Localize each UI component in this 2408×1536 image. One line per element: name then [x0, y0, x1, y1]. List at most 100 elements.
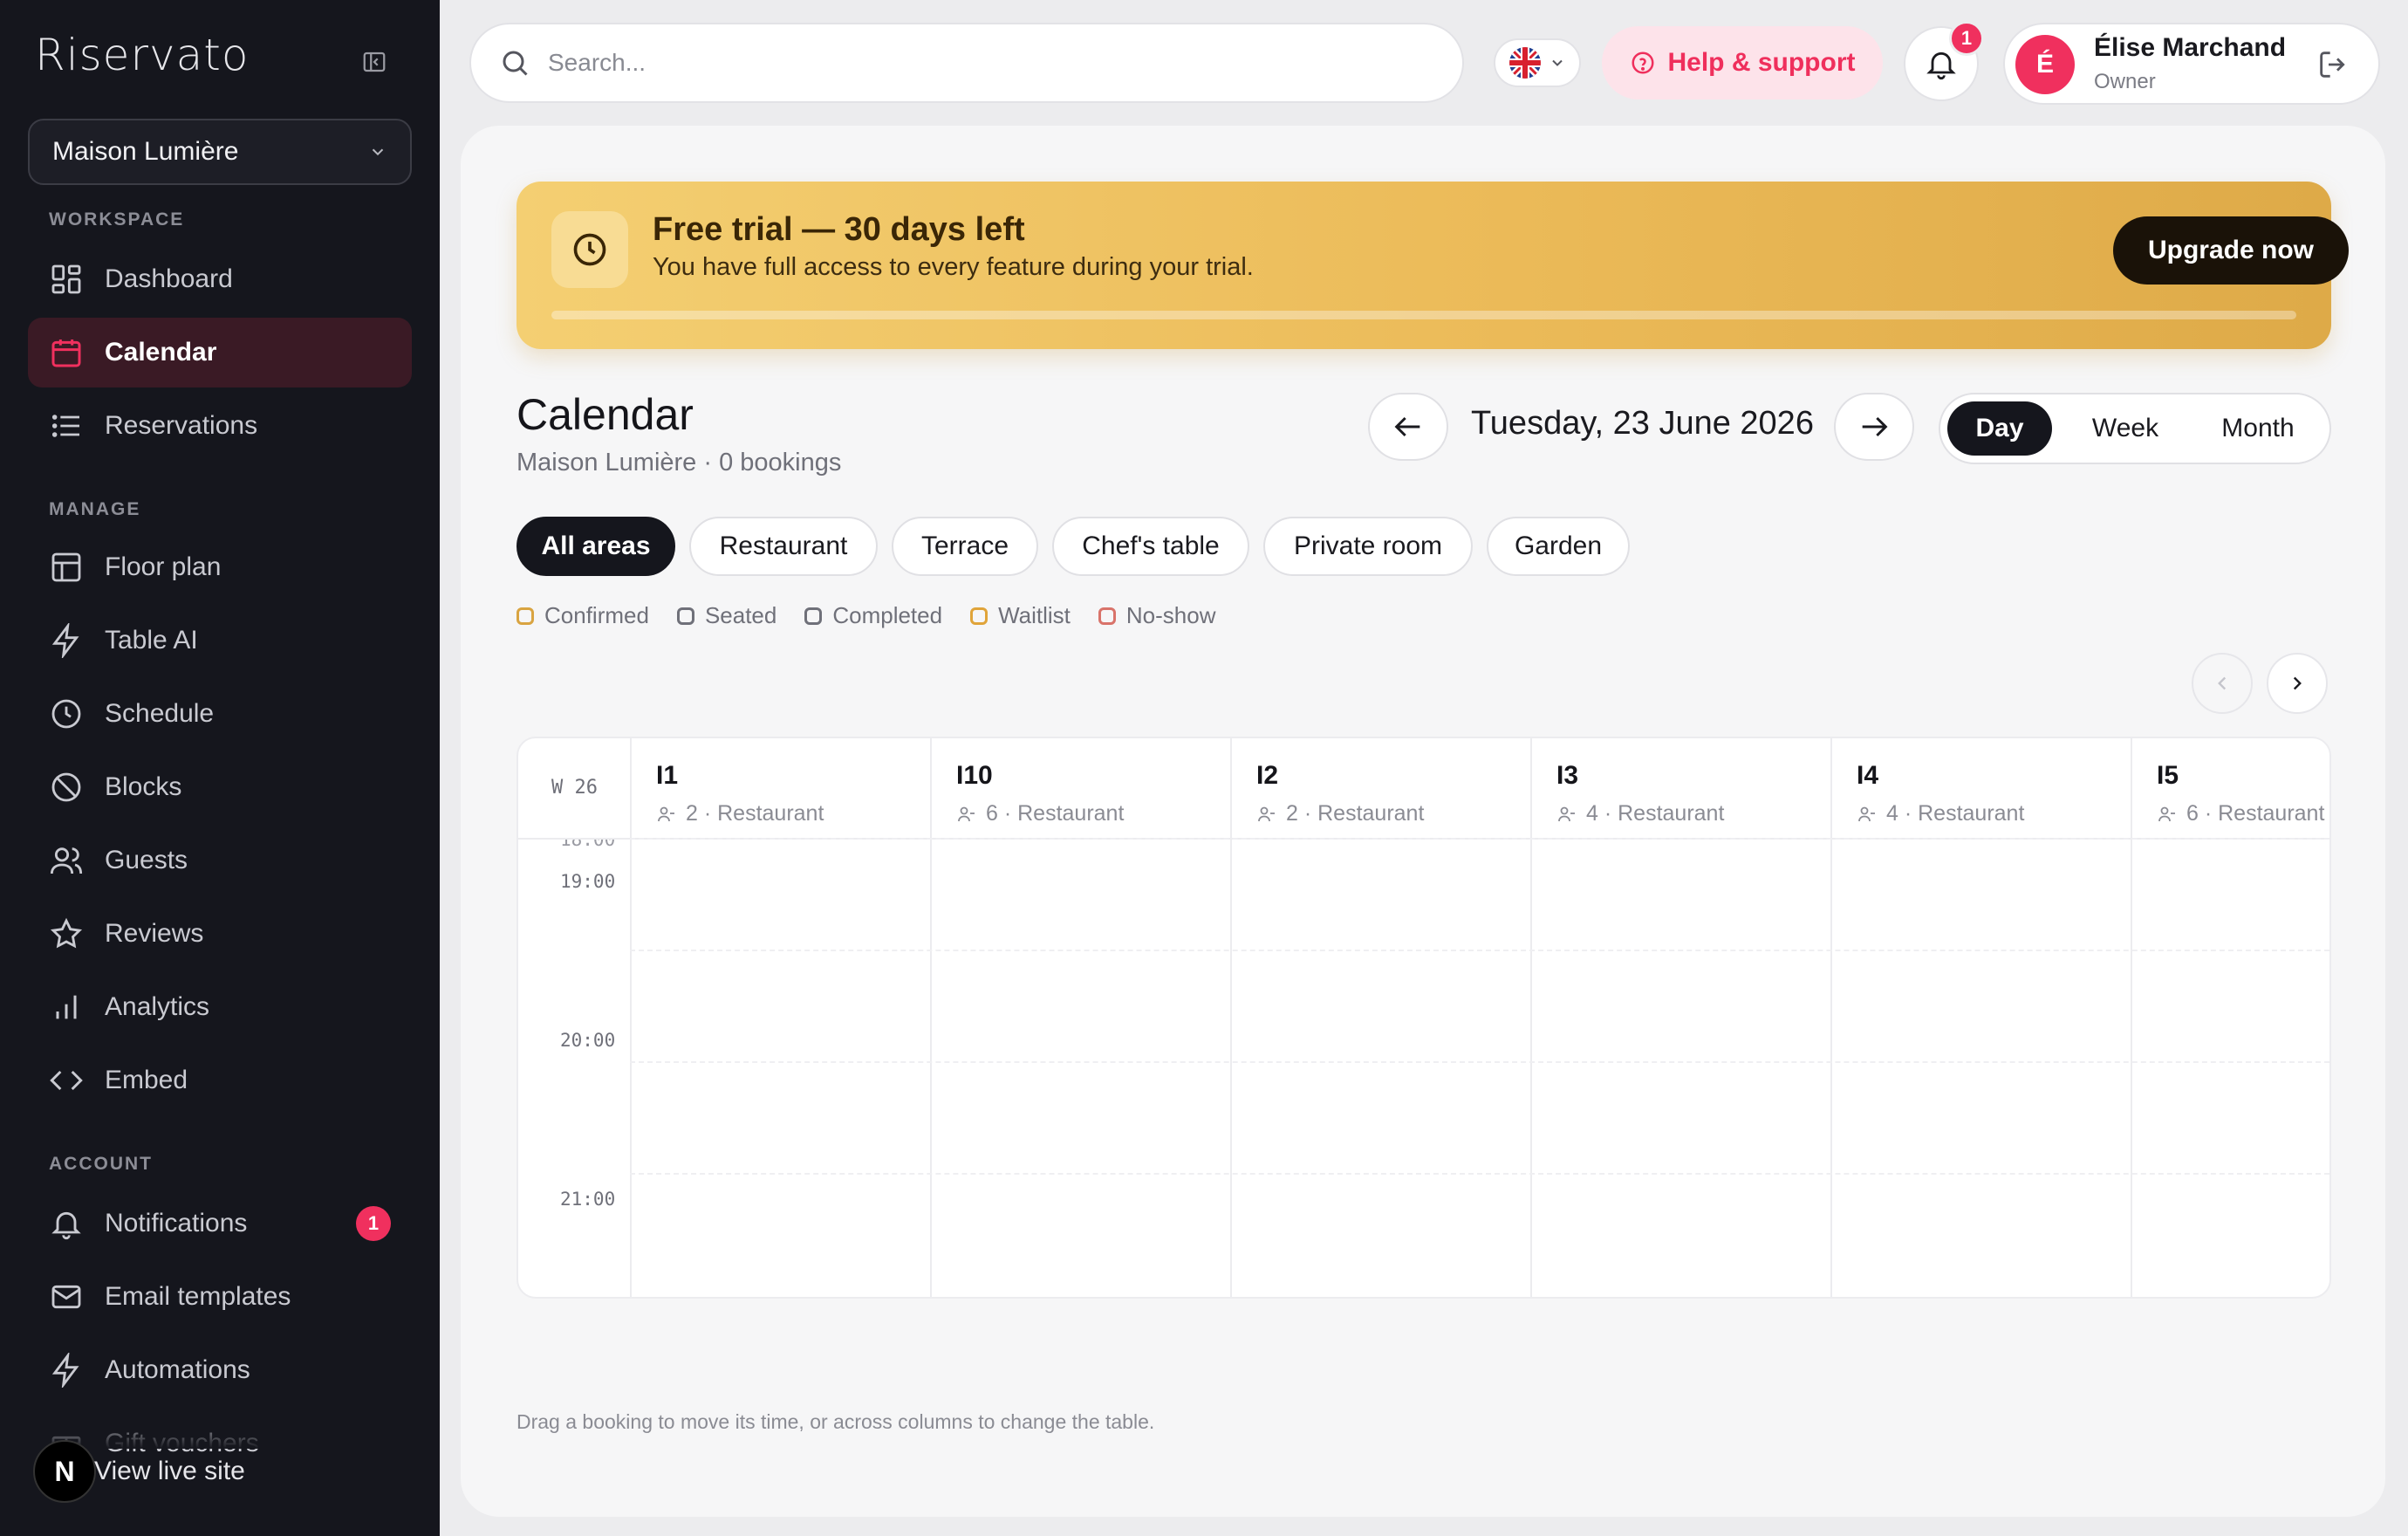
- table-meta: 6 · Restaurant: [956, 801, 1124, 826]
- sidebar-item-label: Email templates: [105, 1282, 291, 1311]
- sidebar-item-automations[interactable]: Automations: [28, 1335, 412, 1405]
- scroll-columns-left-button[interactable]: [2192, 653, 2253, 714]
- search-input[interactable]: [548, 49, 1333, 77]
- sidebar-item-label: Guests: [105, 846, 188, 874]
- sidebar-item-label: Calendar: [105, 338, 217, 367]
- logout-icon[interactable]: [2316, 47, 2350, 82]
- app-logo[interactable]: Riservato: [35, 30, 249, 80]
- view-day-button[interactable]: Day: [1947, 401, 2052, 456]
- previous-day-button[interactable]: [1368, 393, 1448, 461]
- sidebar-item-reservations[interactable]: Reservations: [28, 391, 412, 461]
- sidebar-item-label: Reservations: [105, 411, 258, 440]
- scroll-columns-right-button[interactable]: [2267, 653, 2328, 714]
- time-label: 21:00: [560, 1189, 616, 1210]
- users-icon: [49, 843, 84, 878]
- chevron-down-icon: [1552, 59, 1563, 66]
- table-meta: 6 · Restaurant: [2157, 801, 2324, 826]
- list-icon: [49, 408, 84, 443]
- table-column-header[interactable]: I10 6 · Restaurant: [930, 738, 1230, 840]
- sidebar-item-floor-plan[interactable]: Floor plan: [28, 532, 412, 602]
- legend-label: Waitlist: [998, 602, 1071, 628]
- legend-label: No-show: [1125, 602, 1216, 628]
- code-icon: [49, 1063, 84, 1098]
- sidebar-item-calendar[interactable]: Calendar: [28, 318, 412, 387]
- arrow-left-icon: [1394, 416, 1420, 437]
- chevron-down-icon: [372, 148, 384, 156]
- table-column-slots[interactable]: [1232, 840, 1530, 1297]
- sidebar-item-blocks[interactable]: Blocks: [28, 752, 412, 822]
- legend-swatch: [804, 607, 823, 625]
- venue-select[interactable]: Maison Lumière: [28, 119, 412, 185]
- section-workspace: WORKSPACE: [49, 209, 185, 230]
- help-circle-icon: [1632, 51, 1653, 74]
- table-meta: 4 · Restaurant: [1556, 801, 1724, 826]
- grid-header: W 26 I1 2 · Restaurant I10 6 · Restaurant I2…: [518, 738, 2329, 840]
- table-column-slots[interactable]: [2132, 840, 2329, 1297]
- area-chip-restaurant[interactable]: Restaurant: [689, 517, 878, 576]
- sidebar-item-schedule[interactable]: Schedule: [28, 679, 412, 749]
- legend-item-waitlist: Waitlist: [970, 602, 1071, 629]
- sidebar-item-reviews[interactable]: Reviews: [28, 899, 412, 969]
- search-icon: [503, 51, 528, 76]
- trial-progress-bar: [551, 311, 2296, 319]
- page-title: Calendar: [516, 390, 694, 439]
- view-week-button[interactable]: Week: [2069, 401, 2181, 456]
- venue-select-label: Maison Lumière: [52, 137, 239, 166]
- legend-swatch: [676, 607, 694, 625]
- help-support-button[interactable]: Help & support: [1602, 26, 1883, 99]
- view-live-site-link[interactable]: N View live site: [33, 1440, 245, 1503]
- sidebar-item-label: Table AI: [105, 626, 198, 655]
- area-chip-garden[interactable]: Garden: [1487, 517, 1630, 576]
- guests-icon: [958, 806, 975, 821]
- sidebar-item-label: Schedule: [105, 699, 215, 728]
- uk-flag-icon: [1509, 47, 1541, 79]
- sidebar-item-label: Dashboard: [105, 264, 233, 293]
- collapse-sidebar-icon[interactable]: [361, 49, 387, 75]
- table-column-header[interactable]: I2 2 · Restaurant: [1230, 738, 1530, 840]
- sidebar-item-table-ai[interactable]: Table AI: [28, 606, 412, 675]
- language-select[interactable]: [1494, 38, 1581, 87]
- section-manage: MANAGE: [49, 499, 141, 519]
- layout-icon: [49, 550, 84, 585]
- view-month-button[interactable]: Month: [2193, 401, 2322, 456]
- next-day-button[interactable]: [1834, 393, 1914, 461]
- table-name: I4: [1857, 761, 1879, 790]
- table-meta-label: 6 · Restaurant: [2186, 801, 2325, 826]
- table-name: I2: [1256, 761, 1279, 790]
- clock-icon: [551, 211, 628, 288]
- area-chip-chefs-table[interactable]: Chef's table: [1052, 517, 1249, 576]
- sidebar-item-analytics[interactable]: Analytics: [28, 972, 412, 1042]
- sidebar-item-notifications[interactable]: Notifications 1: [28, 1189, 412, 1258]
- table-column-header[interactable]: I5 6 · Restaurant: [2131, 738, 2329, 840]
- table-column-header[interactable]: I3 4 · Restaurant: [1530, 738, 1830, 840]
- status-legend: Confirmed Seated Completed Waitlist No-s…: [516, 602, 1215, 629]
- sidebar-item-dashboard[interactable]: Dashboard: [28, 244, 412, 314]
- area-chip-terrace[interactable]: Terrace: [892, 517, 1038, 576]
- table-column-header[interactable]: I4 4 · Restaurant: [1830, 738, 2131, 840]
- table-meta: 2 · Restaurant: [1256, 801, 1424, 826]
- table-column-header[interactable]: I1 2 · Restaurant: [630, 738, 930, 840]
- sidebar-item-guests[interactable]: Guests: [28, 826, 412, 895]
- sidebar-item-embed[interactable]: Embed: [28, 1046, 412, 1115]
- ban-icon: [49, 770, 84, 805]
- table-column-slots[interactable]: [932, 840, 1230, 1297]
- search-bar[interactable]: [469, 23, 1464, 103]
- time-label: 20:00: [560, 1030, 616, 1051]
- table-meta: 2 · Restaurant: [656, 801, 824, 826]
- sidebar-item-email-templates[interactable]: Email templates: [28, 1262, 412, 1332]
- table-column-slots[interactable]: [1832, 840, 2131, 1297]
- bolt-icon: [49, 1351, 84, 1389]
- area-chip-all[interactable]: All areas: [516, 517, 675, 576]
- table-name: I1: [656, 761, 679, 790]
- sidebar: Riservato Maison Lumière WORKSPACE MANAG…: [0, 0, 440, 1536]
- calendar-icon: [49, 335, 84, 370]
- table-column-slots[interactable]: [632, 840, 930, 1297]
- table-meta-label: 4 · Restaurant: [1586, 801, 1725, 826]
- star-icon: [49, 916, 84, 951]
- upgrade-now-button[interactable]: Upgrade now: [2113, 216, 2349, 285]
- table-column-slots[interactable]: [1532, 840, 1830, 1297]
- user-menu[interactable]: É Élise Marchand Owner: [2003, 23, 2380, 105]
- sidebar-item-label: Notifications: [105, 1209, 248, 1238]
- area-chip-private-room[interactable]: Private room: [1263, 517, 1473, 576]
- legend-label: Seated: [704, 602, 777, 628]
